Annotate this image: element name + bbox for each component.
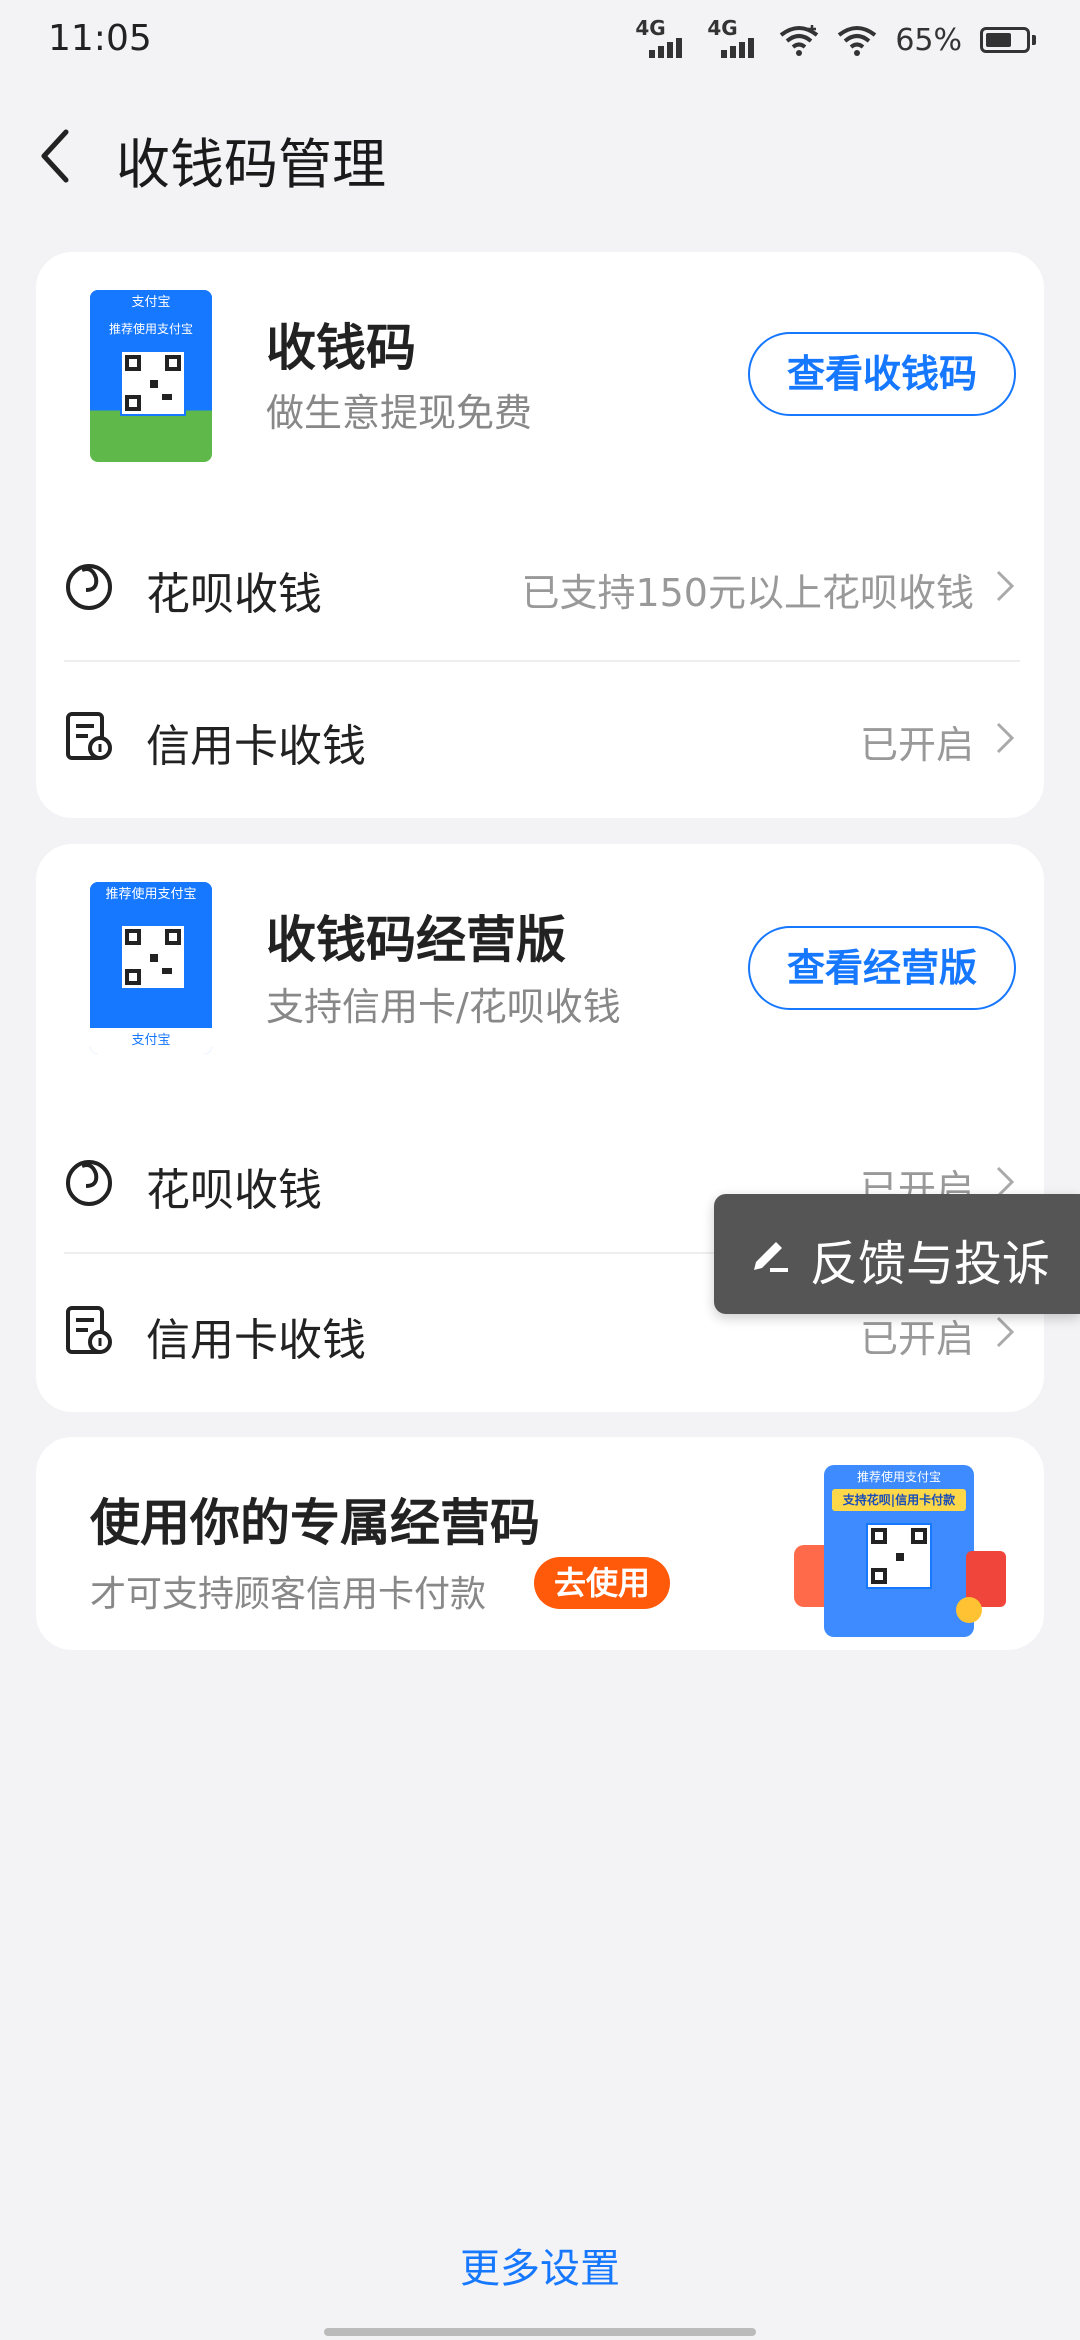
- cell-signal-icon: 4G: [635, 16, 689, 60]
- nav-bar: 收钱码管理: [0, 110, 1080, 200]
- row-label: 花呗收钱: [146, 1165, 322, 1216]
- credit-card-doc-icon: [66, 712, 112, 760]
- credit-card-row[interactable]: 信用卡收钱 已开启: [36, 666, 1044, 806]
- thumb-brand: 支付宝: [90, 290, 212, 316]
- card-title: 收钱码: [266, 319, 416, 377]
- status-icons: 4G 4G 65%: [635, 16, 1036, 60]
- huabei-row[interactable]: 花呗收钱 已支持150元以上花呗收钱: [36, 514, 1044, 654]
- divider: [64, 660, 1020, 662]
- qr-code-card: 支付宝 推荐使用支付宝 收钱码 做生意提现免费 查看收钱码 花呗收钱 已支持15…: [36, 252, 1044, 818]
- cell-signal-icon: 4G: [707, 16, 761, 60]
- card-title: 收钱码经营版: [266, 911, 566, 969]
- credit-card-doc-icon: [66, 1306, 112, 1354]
- feedback-label: 反馈与投诉: [810, 1236, 1051, 1292]
- qr-thumbnail[interactable]: 支付宝 推荐使用支付宝: [90, 290, 212, 462]
- qr-code-icon: [120, 924, 186, 990]
- edit-icon: [754, 1242, 788, 1272]
- card-subtitle: 做生意提现免费: [266, 391, 533, 435]
- promo-illustration: 推荐使用支付宝 支持花呗|信用卡付款: [776, 1447, 1026, 1637]
- row-label: 信用卡收钱: [146, 1315, 366, 1366]
- use-now-button[interactable]: 去使用: [534, 1557, 670, 1609]
- home-indicator[interactable]: [324, 2328, 756, 2336]
- coin-icon: [956, 1597, 982, 1623]
- chevron-right-icon: [996, 722, 1015, 754]
- status-time: 11:05: [48, 18, 152, 59]
- business-qr-card: 推荐使用支付宝 支付宝 收钱码经营版 支持信用卡/花呗收钱 查看经营版 花呗收钱…: [36, 844, 1044, 1412]
- signal-label: 4G: [635, 16, 666, 40]
- huabei-icon: [66, 564, 112, 610]
- art-header: 推荐使用支付宝: [856, 1470, 941, 1484]
- view-business-button[interactable]: 查看经营版: [748, 926, 1016, 1010]
- art-banner: 支持花呗|信用卡付款: [832, 1489, 966, 1511]
- huabei-icon: [66, 1160, 112, 1206]
- thumb-header: 推荐使用支付宝: [90, 882, 212, 908]
- more-settings-link[interactable]: 更多设置: [0, 2236, 1080, 2294]
- row-value: 已支持150元以上花呗收钱: [521, 571, 974, 615]
- qr-code-icon: [120, 350, 186, 416]
- promo-card[interactable]: 使用你的专属经营码 才可支持顾客信用卡付款 去使用 推荐使用支付宝 支持花呗|信…: [36, 1437, 1044, 1650]
- wifi-icon: [780, 25, 819, 56]
- feedback-button[interactable]: 反馈与投诉: [714, 1194, 1080, 1314]
- signal-label: 4G: [707, 16, 738, 40]
- battery-percent: 65%: [895, 22, 962, 58]
- qr-thumbnail[interactable]: 推荐使用支付宝 支付宝: [90, 882, 212, 1054]
- thumb-brand: 支付宝: [90, 1028, 212, 1054]
- chevron-right-icon: [996, 1316, 1015, 1348]
- page-title: 收钱码管理: [116, 133, 386, 196]
- view-qr-code-button[interactable]: 查看收钱码: [748, 332, 1016, 416]
- battery-icon: [980, 27, 1036, 53]
- row-label: 信用卡收钱: [146, 721, 366, 772]
- back-arrow-icon[interactable]: [36, 126, 76, 186]
- wifi-icon: [838, 26, 877, 56]
- qr-code-icon: [866, 1523, 932, 1589]
- qr-poster-icon: 推荐使用支付宝 支持花呗|信用卡付款: [824, 1465, 974, 1637]
- status-bar: 11:05 4G 4G 65%: [0, 0, 1080, 80]
- thumb-header: 推荐使用支付宝: [108, 322, 193, 336]
- row-label: 花呗收钱: [146, 569, 322, 620]
- row-value: 已开启: [859, 1317, 974, 1361]
- card-subtitle: 支持信用卡/花呗收钱: [266, 985, 621, 1029]
- chevron-right-icon: [996, 570, 1015, 602]
- row-value: 已开启: [859, 723, 974, 767]
- promo-subtitle: 才可支持顾客信用卡付款: [90, 1574, 487, 1615]
- promo-title: 使用你的专属经营码: [90, 1494, 540, 1552]
